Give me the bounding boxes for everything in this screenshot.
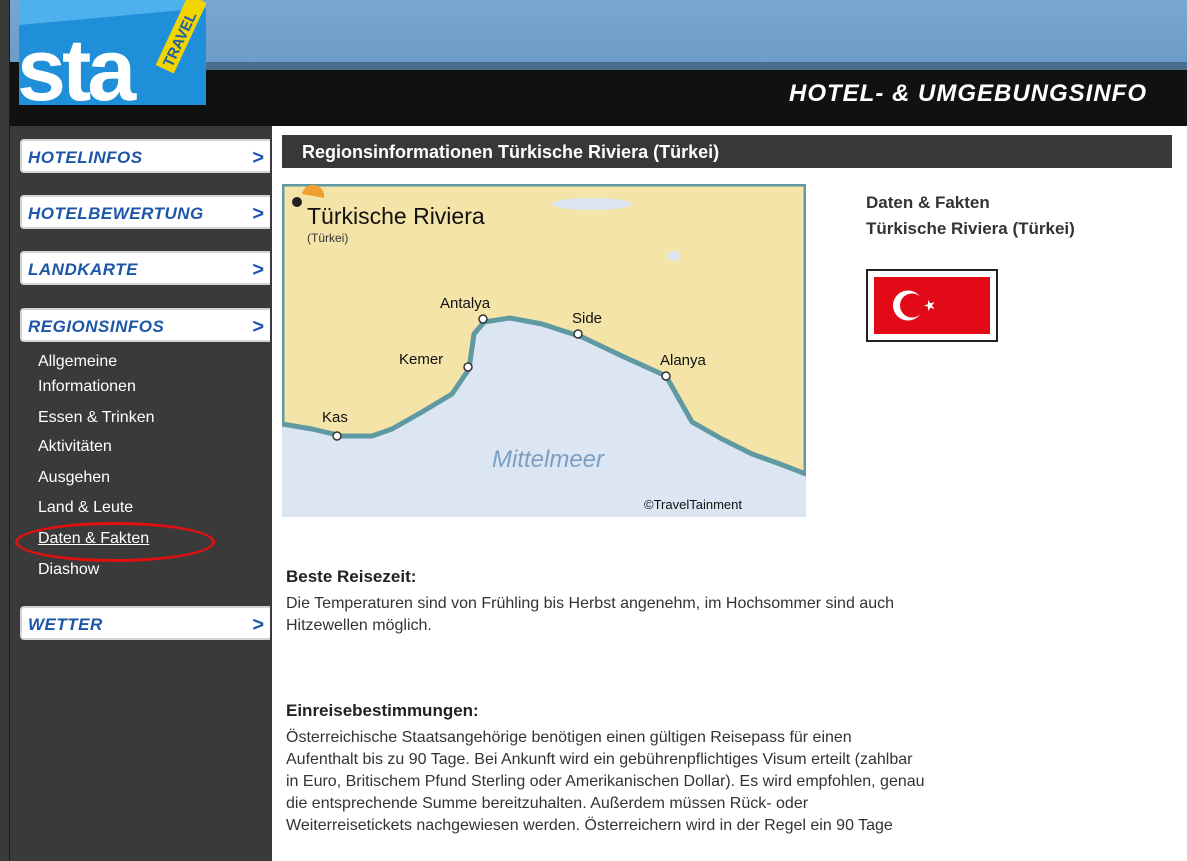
map-city-marker [573, 329, 583, 339]
text-line: die entsprechende Summe bereitzuhalten. … [286, 795, 809, 812]
nav-wetter-label: WETTER [28, 615, 103, 634]
subnav-essen-trinken[interactable]: Essen & Trinken [38, 408, 155, 428]
section-heading-reisezeit: Beste Reisezeit: [286, 567, 417, 586]
subnav-land-leute[interactable]: Land & Leute [38, 498, 133, 518]
text-line: in Euro, Britischem Pfund Sterling oder … [286, 773, 925, 790]
subnav-informationen[interactable]: Informationen [38, 377, 136, 397]
map-cloud-icon [292, 197, 302, 207]
logo-wordmark: sta [17, 20, 137, 112]
map-city-marker [332, 431, 342, 441]
text-line: Weiterreisetickets nachgewiesen werden. … [286, 817, 893, 834]
map-city-marker [463, 362, 473, 372]
nav-landkarte-label: LANDKARTE [28, 260, 138, 279]
map-city-label: Kemer [399, 351, 443, 368]
region-map[interactable]: Türkische Riviera (Türkei) Antalya Side … [282, 184, 806, 517]
chevron-right-icon: > [252, 316, 264, 338]
map-copyright: ©TravelTainment [644, 497, 742, 512]
map-city-marker [661, 371, 671, 381]
content-header: Regionsinformationen Türkische Riviera (… [282, 135, 1172, 168]
nav-hotelinfos-label: HOTELINFOS [28, 148, 143, 167]
content-gap [272, 126, 1187, 135]
subnav-aktivitaeten[interactable]: Aktivitäten [38, 437, 112, 457]
nav-wetter[interactable]: WETTER > [20, 606, 270, 640]
flag-frame [866, 269, 998, 342]
map-city-marker [478, 314, 488, 324]
chevron-right-icon: > [252, 614, 264, 636]
sidebar [10, 126, 272, 861]
facts-heading: Daten & Fakten Türkische Riviera (Türkei… [866, 190, 1075, 242]
header-title: HOTEL- & UMGEBUNGSINFO [789, 80, 1147, 107]
facts-heading-line2: Türkische Riviera (Türkei) [866, 219, 1075, 238]
map-region-label: Türkische Riviera [307, 203, 485, 229]
map-city-label: Side [572, 310, 602, 327]
nav-hotelbewertung[interactable]: HOTELBEWERTUNG > [20, 195, 270, 229]
map-city-label: Kas [322, 409, 348, 426]
text-line: Aufenthalt bis zu 90 Tage. Bei Ankunft w… [286, 751, 913, 768]
header-divider [190, 62, 1187, 70]
map-lake [552, 198, 632, 210]
subnav-diashow[interactable]: Diashow [38, 560, 99, 580]
turkish-flag-icon [874, 277, 990, 334]
page-title: Regionsinformationen Türkische Riviera (… [302, 142, 720, 162]
nav-regionsinfos[interactable]: REGIONSINFOS > [20, 308, 270, 342]
nav-hotelbewertung-label: HOTELBEWERTUNG [28, 204, 204, 223]
sta-travel-logo[interactable]: sta TRAVEL [13, 0, 206, 112]
map-city-label: Alanya [660, 352, 707, 369]
facts-heading-line1: Daten & Fakten [866, 193, 990, 212]
map-city-label: Antalya [440, 295, 491, 312]
section-heading-einreise: Einreisebestimmungen: [286, 701, 479, 720]
section-text-reisezeit: Die Temperaturen sind von Frühling bis H… [286, 593, 1166, 637]
chevron-right-icon: > [252, 203, 264, 225]
subnav-allgemeine[interactable]: Allgemeine [38, 352, 117, 372]
nav-regionsinfos-label: REGIONSINFOS [28, 317, 165, 336]
map-lake [668, 251, 680, 261]
text-line: Die Temperaturen sind von Frühling bis H… [286, 595, 894, 612]
text-line: Österreichische Staatsangehörige benötig… [286, 729, 852, 746]
chevron-right-icon: > [252, 259, 264, 281]
nav-landkarte[interactable]: LANDKARTE > [20, 251, 270, 285]
nav-hotelinfos[interactable]: HOTELINFOS > [20, 139, 270, 173]
section-text-einreise: Österreichische Staatsangehörige benötig… [286, 727, 1166, 837]
map-country-label: (Türkei) [307, 231, 348, 245]
highlight-circle [15, 522, 215, 562]
map-sea-label: Mittelmeer [492, 446, 605, 473]
text-line: Hitzewellen möglich. [286, 617, 432, 634]
window-frame-edge [0, 0, 10, 861]
subnav-ausgehen[interactable]: Ausgehen [38, 468, 110, 488]
chevron-right-icon: > [252, 147, 264, 169]
